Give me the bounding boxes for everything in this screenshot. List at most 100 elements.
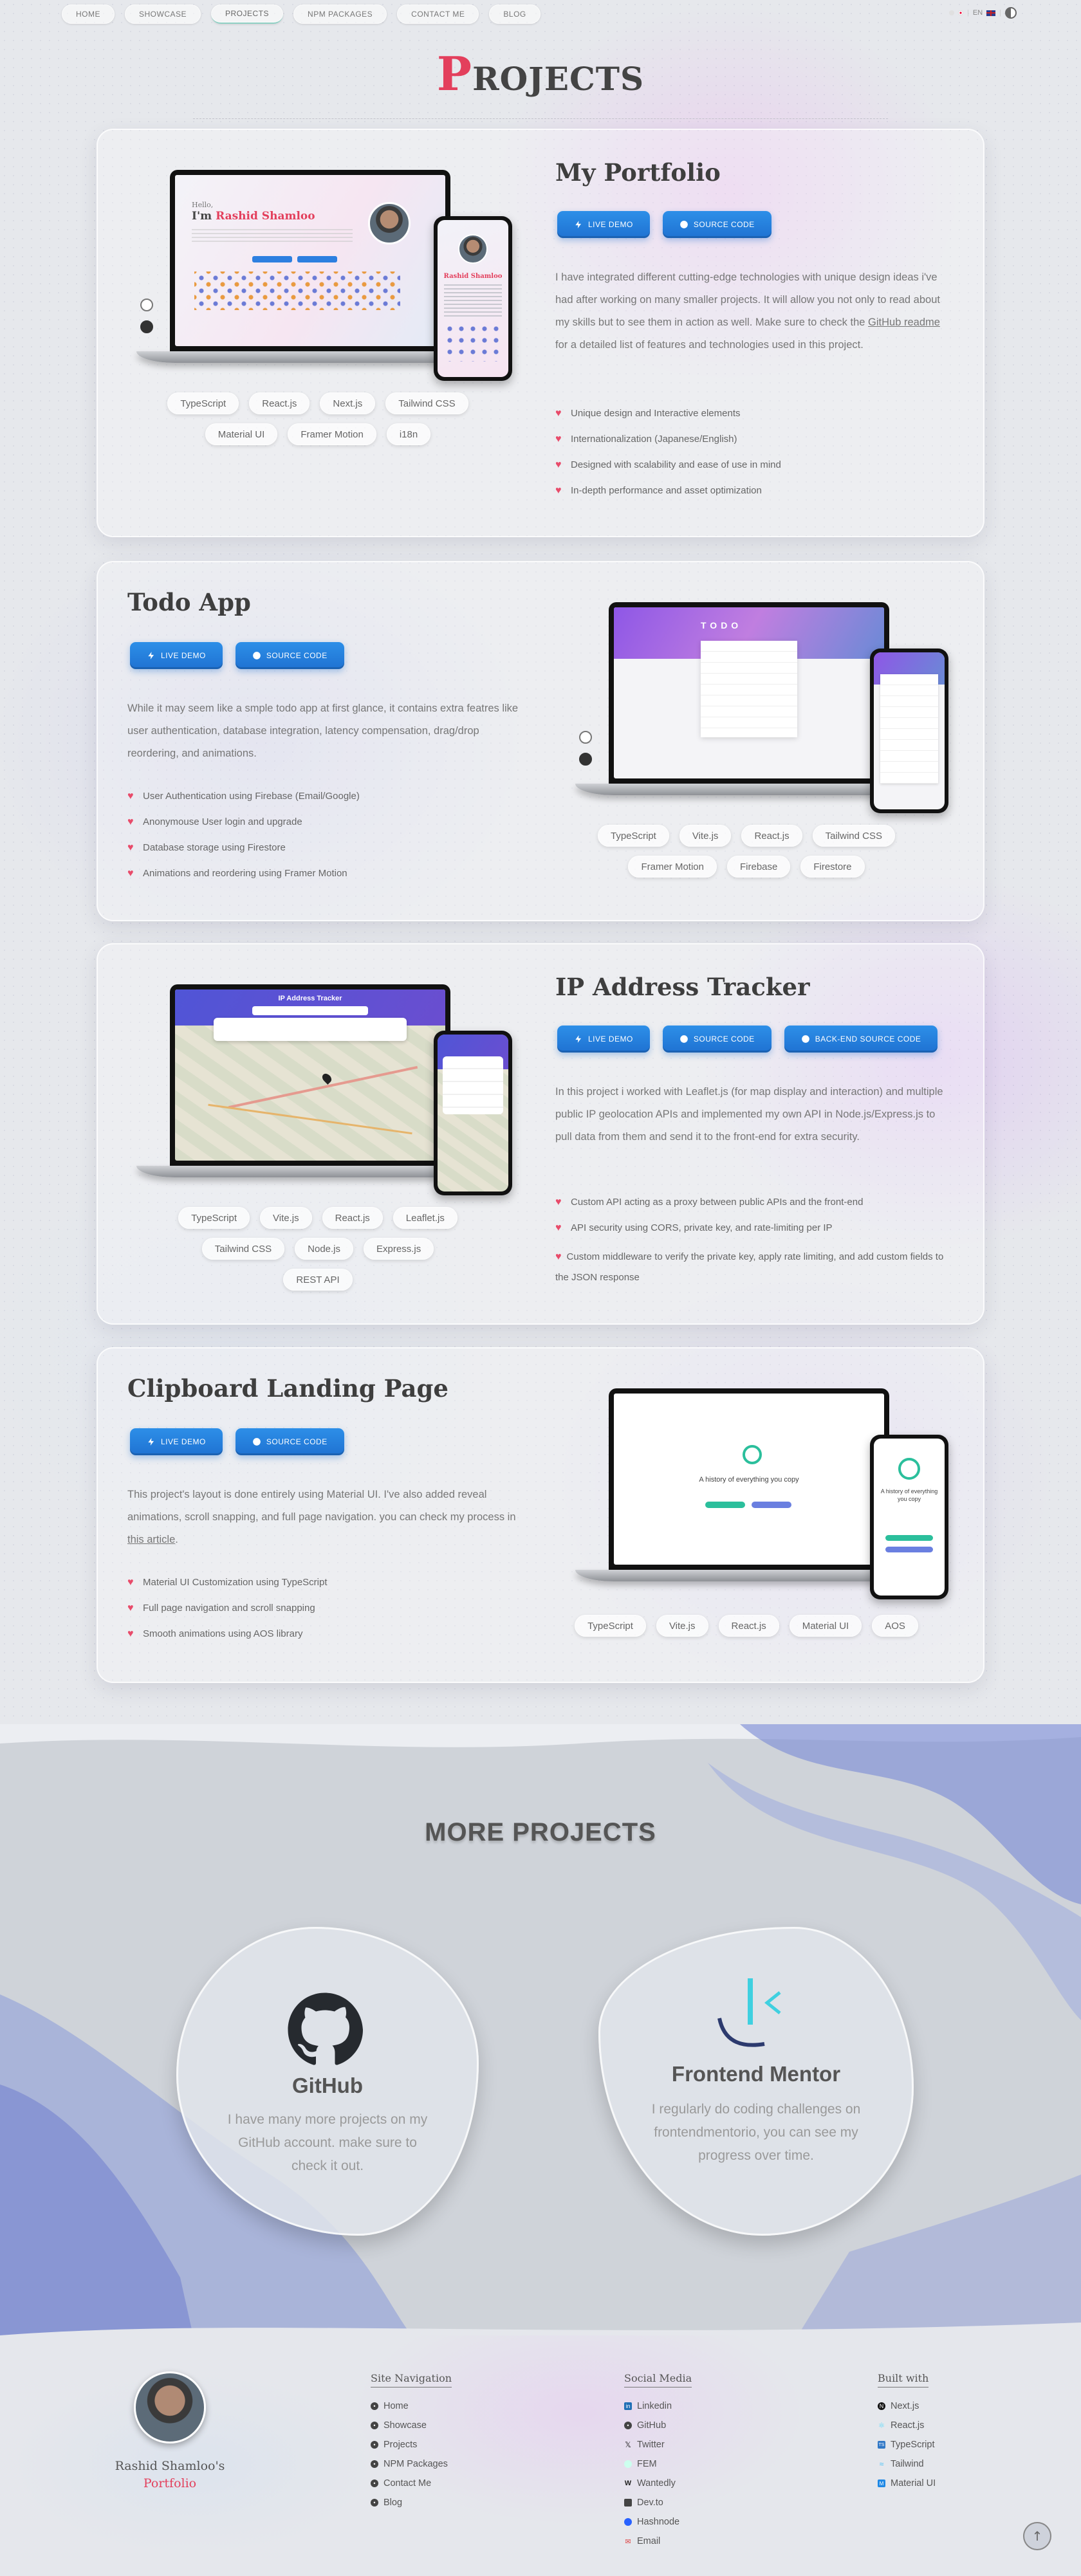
footer-link-github[interactable]: • GitHub <box>624 2416 692 2435</box>
arrow-up-icon: ↑ <box>1031 2528 1043 2544</box>
feature-list: ♥ Material UI Customization using TypeScr… <box>127 1576 526 1653</box>
nav-projects[interactable]: PROJECTS <box>211 5 284 24</box>
slide-dot-1[interactable] <box>579 731 592 744</box>
nav-home[interactable]: HOME <box>62 5 115 24</box>
wave-background <box>0 1724 1081 2335</box>
map-screenshot: IP Address Tracker <box>175 989 445 1161</box>
nav-npm-packages[interactable]: NPM PACKAGES <box>293 5 387 24</box>
nav-right: | EN | <box>949 7 1017 19</box>
feature-list: ♥ User Authentication using Firebase (Ema… <box>127 789 526 892</box>
nextjs-icon: N <box>878 2402 885 2410</box>
feature-item: ♥ Designed with scalability and ease of u… <box>555 458 954 472</box>
feature-item: ♥ Database storage using Firestore <box>127 841 526 855</box>
tag: TypeScript <box>178 1207 250 1229</box>
materialui-icon: M <box>878 2479 885 2487</box>
project-description: While it may seem like a smple todo app … <box>127 703 519 759</box>
frontend-mentor-card[interactable]: Frontend Mentor I regularly do coding ch… <box>598 1927 914 2236</box>
slide-dots <box>140 299 153 333</box>
tag: Node.js <box>295 1238 354 1260</box>
lang-label[interactable]: EN <box>973 9 983 17</box>
footer-link-nextjs[interactable]: N Next.js <box>878 2397 936 2416</box>
heart-icon: ♥ <box>555 1251 562 1262</box>
footer-link-twitter[interactable]: 𝕏 Twitter <box>624 2435 692 2454</box>
nav-showcase[interactable]: SHOWCASE <box>125 5 201 24</box>
feature-item: ♥ Custom API acting as a proxy between pu… <box>555 1195 954 1210</box>
project-card-todo: Todo App LIVE DEMO SOURCE CODE While it … <box>97 561 984 921</box>
lang-switch-jp-icon[interactable] <box>949 10 954 15</box>
backend-source-code-button[interactable]: BACK-END SOURCE CODE <box>784 1026 938 1053</box>
typescript-icon: TS <box>878 2441 885 2449</box>
footer-link-linkedin[interactable]: in Linkedin <box>624 2397 692 2416</box>
live-demo-button[interactable]: LIVE DEMO <box>130 642 223 669</box>
laptop-mockup: Hello, I'm Rashid Shamloo <box>136 170 484 363</box>
footer-link-blog[interactable]: • Blog <box>371 2493 452 2512</box>
github-readme-link[interactable]: GitHub readme <box>868 317 940 328</box>
live-demo-button[interactable]: LIVE DEMO <box>557 211 650 238</box>
footer-link-tailwind[interactable]: ≈ Tailwind <box>878 2454 936 2474</box>
footer-link-npm[interactable]: • NPM Packages <box>371 2454 452 2474</box>
tag: Tailwind CSS <box>812 825 895 847</box>
feature-item: ♥ Animations and reordering using Framer … <box>127 867 526 881</box>
project-card-ip-tracker: IP Address Tracker TypeScript Vite.js Re… <box>97 943 984 1325</box>
footer-link-contact[interactable]: • Contact Me <box>371 2474 452 2493</box>
project-title: Clipboard Landing Page <box>127 1374 448 1403</box>
title-divider <box>193 118 888 119</box>
footer-link-typescript[interactable]: TS TypeScript <box>878 2435 936 2454</box>
slide-dot-2[interactable] <box>579 753 592 766</box>
footer-link-fem[interactable]: FEM <box>624 2454 692 2474</box>
github-card-text: I have many more projects on my GitHub a… <box>227 2112 428 2173</box>
tag: React.js <box>741 825 802 847</box>
tag-list: TypeScript React.js Next.js Tailwind CSS… <box>163 392 472 445</box>
heart-icon: ♥ <box>127 816 134 827</box>
heart-icon: ♥ <box>127 868 134 879</box>
nav-blog[interactable]: BLOG <box>489 5 540 24</box>
x-icon: 𝕏 <box>625 2440 631 2449</box>
heart-icon: ♥ <box>127 1577 134 1588</box>
project-buttons: LIVE DEMO SOURCE CODE BACK-END SOURCE CO… <box>557 1026 938 1053</box>
fem-icon <box>624 2460 632 2468</box>
tag: Leaflet.js <box>393 1207 457 1229</box>
theme-toggle-icon[interactable] <box>1005 7 1017 19</box>
feature-item: ♥ Material UI Customization using TypeScr… <box>127 1576 526 1590</box>
footer-link-reactjs[interactable]: ⚛ React.js <box>878 2416 936 2435</box>
footer-link-home[interactable]: • Home <box>371 2397 452 2416</box>
footer-link-projects[interactable]: • Projects <box>371 2435 452 2454</box>
footer-link-materialui[interactable]: M Material UI <box>878 2474 936 2493</box>
nav-contact-me[interactable]: CONTACT ME <box>397 5 479 24</box>
live-demo-button[interactable]: LIVE DEMO <box>557 1026 650 1053</box>
source-code-button[interactable]: SOURCE CODE <box>662 211 771 238</box>
react-icon: ⚛ <box>878 2421 885 2430</box>
heart-icon: ♥ <box>555 434 562 445</box>
source-code-button[interactable]: SOURCE CODE <box>235 1428 344 1455</box>
github-card[interactable]: GitHub I have many more projects on my G… <box>176 1927 479 2236</box>
footer-link-email[interactable]: ✉ Email <box>624 2532 692 2551</box>
project-buttons: LIVE DEMO SOURCE CODE <box>557 211 771 238</box>
footer-link-wantedly[interactable]: W Wantedly <box>624 2474 692 2493</box>
project-description: This project's layout is done entirely u… <box>127 1489 516 1545</box>
avatar <box>134 2371 206 2443</box>
source-code-button[interactable]: SOURCE CODE <box>235 642 344 669</box>
source-code-button[interactable]: SOURCE CODE <box>662 1026 771 1053</box>
footer-link-devto[interactable]: Dev.to <box>624 2493 692 2512</box>
slide-dot-1[interactable] <box>140 299 153 311</box>
scroll-to-top-button[interactable]: ↑ <box>1023 2522 1051 2550</box>
slide-dot-2[interactable] <box>140 320 153 333</box>
uk-flag-icon[interactable] <box>986 10 996 16</box>
project-title: My Portfolio <box>555 158 721 187</box>
tag: Next.js <box>320 392 376 414</box>
live-demo-button[interactable]: LIVE DEMO <box>130 1428 223 1455</box>
footer-social: Social Media in Linkedin • GitHub 𝕏 Twitter… <box>624 2372 692 2551</box>
footer-link-showcase[interactable]: • Showcase <box>371 2416 452 2435</box>
article-link[interactable]: this article <box>127 1534 175 1545</box>
lightning-icon <box>148 1438 154 1446</box>
feature-item: ♥ Anonymouse User login and upgrade <box>127 815 526 829</box>
nav-links: HOME SHOWCASE PROJECTS NPM PACKAGES CONT… <box>62 5 540 24</box>
footer-link-hashnode[interactable]: Hashnode <box>624 2512 692 2532</box>
feature-item: ♥ In-depth performance and asset optimiza… <box>555 484 954 498</box>
slide-dots <box>579 731 592 766</box>
github-icon: • <box>624 2422 632 2429</box>
tag: Firestore <box>800 856 865 878</box>
tag: Vite.js <box>656 1615 708 1637</box>
japan-flag-icon[interactable] <box>958 10 963 15</box>
top-nav: HOME SHOWCASE PROJECTS NPM PACKAGES CONT… <box>0 0 1081 28</box>
